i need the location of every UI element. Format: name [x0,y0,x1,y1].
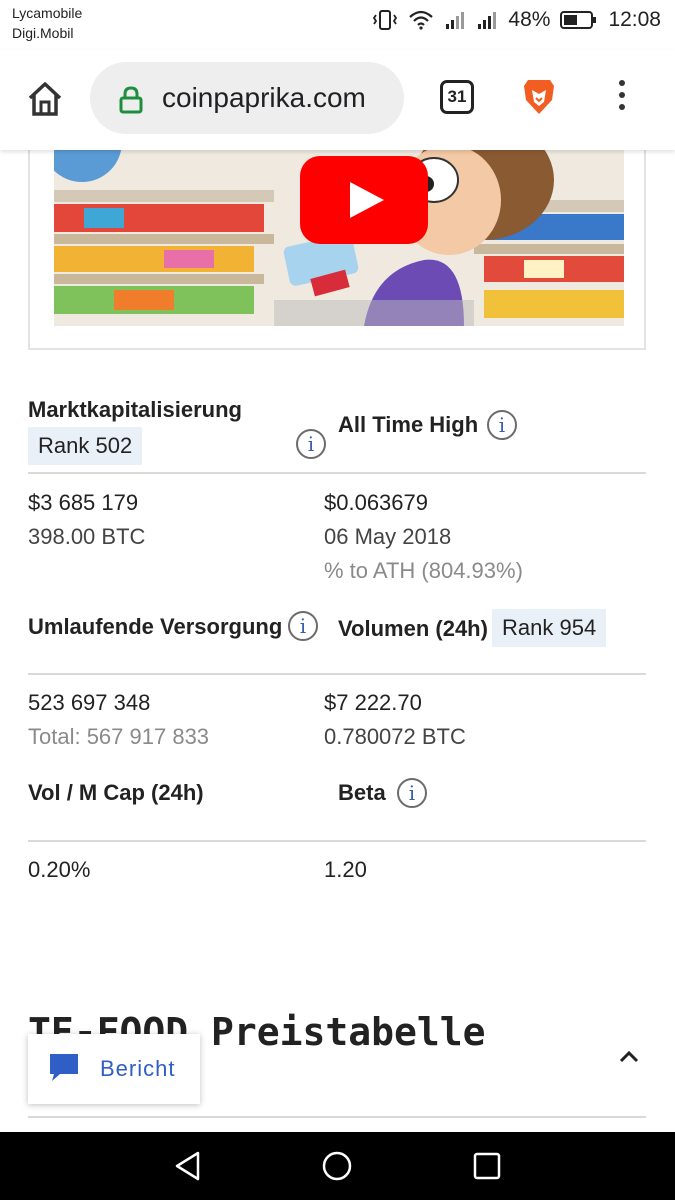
circulating-supply-label: Umlaufende Versorgung [28,614,283,639]
overflow-menu-icon[interactable] [614,80,630,116]
address-bar[interactable]: coinpaprika.com [90,62,404,134]
system-navigation-bar [0,1132,675,1200]
battery-icon [560,11,597,29]
home-nav-icon[interactable] [321,1150,353,1182]
status-icons: 48% 12:08 [372,8,661,32]
signal-icon-2 [478,12,497,29]
ath-value: $0.063679 [324,490,428,515]
home-icon[interactable] [26,80,64,118]
tab-switcher-button[interactable]: 31 [440,80,474,114]
battery-percentage: 48% [508,8,551,31]
brave-lion-icon[interactable] [522,78,556,116]
divider [28,840,646,842]
volume-value: $7 222.70 [324,690,422,715]
vol-mcap-value: 0.20% [28,857,91,882]
wifi-icon [409,10,434,30]
chevron-up-icon[interactable] [618,1048,640,1064]
volume-label: Volumen (24h) [338,616,488,641]
market-cap-value: $3 685 179 [28,490,139,515]
youtube-play-icon[interactable] [300,156,428,244]
clock-time: 12:08 [608,8,661,31]
carrier-name-2: Digi.Mobil [12,25,74,41]
browser-toolbar: coinpaprika.com 31 [0,50,675,150]
vol-mcap-label: Vol / M Cap (24h) [28,780,204,805]
recent-apps-icon[interactable] [473,1152,501,1180]
report-button-label: Bericht [100,1056,176,1081]
chat-bubble-icon [50,1054,78,1081]
carrier-name-1: Lycamobile [12,5,83,21]
market-cap-btc: 398.00 BTC [28,524,146,549]
circulating-supply-value: 523 697 348 [28,690,151,715]
market-cap-rank-badge: Rank 502 [28,427,143,465]
total-supply-value: Total: 567 917 833 [28,724,210,749]
market-cap-info-icon[interactable]: i [296,429,326,459]
ath-info-icon[interactable]: i [487,410,517,440]
beta-value: 1.20 [324,857,367,882]
status-bar: Lycamobile Digi.Mobil 48% 12:08 [0,0,675,50]
volume-btc: 0.780072 BTC [324,724,466,749]
volume-rank-badge: Rank 954 [492,609,607,647]
lock-icon [119,86,143,114]
divider [28,673,646,675]
back-icon[interactable] [172,1150,204,1182]
beta-info-icon[interactable]: i [397,778,427,808]
ath-date: 06 May 2018 [324,524,452,549]
url-text: coinpaprika.com [162,82,366,113]
beta-label: Beta [338,780,386,805]
video-thumbnail[interactable] [54,150,624,326]
vibrate-icon [373,10,398,30]
circulating-info-icon[interactable]: i [288,611,318,641]
signal-icon-1 [446,12,465,29]
divider [28,472,646,474]
report-button[interactable]: Bericht [28,1034,200,1104]
divider [28,1116,646,1118]
ath-label: All Time High [338,412,479,437]
market-cap-label: Marktkapitalisierung [28,397,242,422]
video-card [28,150,646,350]
ath-percent: % to ATH (804.93%) [324,558,523,583]
